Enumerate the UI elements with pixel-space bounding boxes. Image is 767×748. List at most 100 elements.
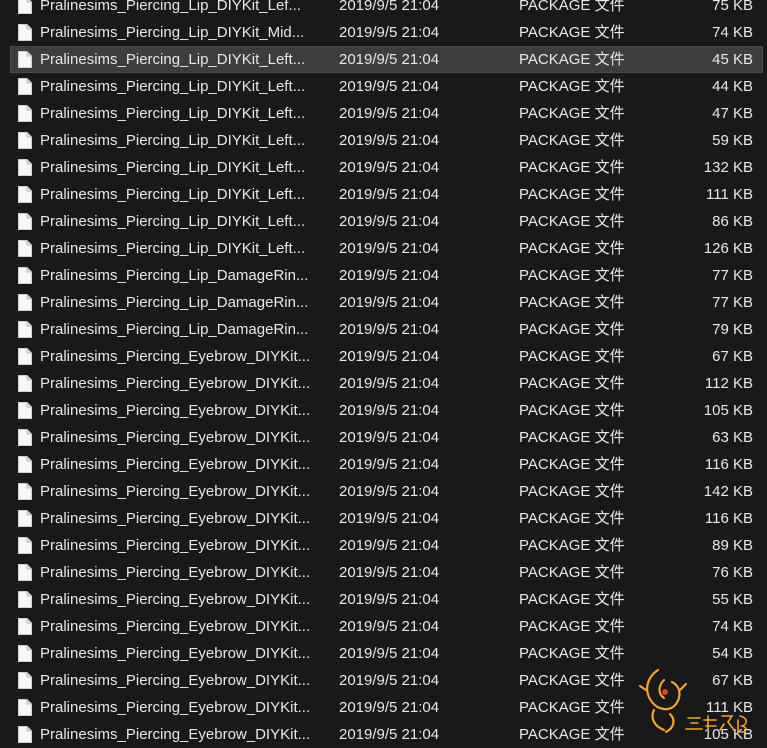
file-icon xyxy=(18,267,32,284)
file-type: PACKAGE 文件 xyxy=(519,537,625,554)
file-name: Pralinesims_Piercing_Lip_DIYKit_Left... xyxy=(40,186,306,203)
file-row[interactable]: Pralinesims_Piercing_Lip_DIYKit_Left... … xyxy=(0,127,767,154)
file-row[interactable]: Pralinesims_Piercing_Eyebrow_DIYKit... 2… xyxy=(0,721,767,748)
file-date-modified: 2019/9/5 21:04 xyxy=(339,267,440,284)
file-row[interactable]: Pralinesims_Piercing_Lip_DIYKit_Left... … xyxy=(0,100,767,127)
file-icon xyxy=(18,645,32,662)
file-row[interactable]: Pralinesims_Piercing_Lip_DIYKit_Left... … xyxy=(0,181,767,208)
file-row[interactable]: Pralinesims_Piercing_Eyebrow_DIYKit... 2… xyxy=(0,586,767,613)
file-size: 75 KB xyxy=(712,0,753,14)
file-row[interactable]: Pralinesims_Piercing_Eyebrow_DIYKit... 2… xyxy=(0,478,767,505)
file-row[interactable]: Pralinesims_Piercing_Lip_DIYKit_Lef... 2… xyxy=(0,0,767,19)
file-date-modified: 2019/9/5 21:04 xyxy=(339,537,440,554)
file-size: 44 KB xyxy=(712,78,753,95)
file-size: 142 KB xyxy=(703,483,753,500)
file-row[interactable]: Pralinesims_Piercing_Eyebrow_DIYKit... 2… xyxy=(0,694,767,721)
file-size: 112 KB xyxy=(704,375,753,392)
file-name: Pralinesims_Piercing_Lip_DamageRin... xyxy=(40,321,309,338)
file-date-modified: 2019/9/5 21:04 xyxy=(339,24,440,41)
file-name: Pralinesims_Piercing_Eyebrow_DIYKit... xyxy=(40,564,311,581)
file-name: Pralinesims_Piercing_Eyebrow_DIYKit... xyxy=(40,537,311,554)
file-size: 77 KB xyxy=(712,294,753,311)
file-row[interactable]: Pralinesims_Piercing_Eyebrow_DIYKit... 2… xyxy=(0,397,767,424)
file-size: 74 KB xyxy=(712,24,753,41)
file-size: 67 KB xyxy=(712,348,753,365)
file-size: 89 KB xyxy=(712,537,753,554)
file-icon xyxy=(18,132,32,149)
file-type: PACKAGE 文件 xyxy=(519,0,625,14)
file-name: Pralinesims_Piercing_Lip_DIYKit_Left... xyxy=(40,132,306,149)
file-icon xyxy=(18,375,32,392)
file-size: 77 KB xyxy=(712,267,753,284)
file-date-modified: 2019/9/5 21:04 xyxy=(339,132,440,149)
file-type: PACKAGE 文件 xyxy=(519,672,625,689)
file-row[interactable]: Pralinesims_Piercing_Lip_DIYKit_Left... … xyxy=(0,73,767,100)
file-type: PACKAGE 文件 xyxy=(519,564,625,581)
file-icon xyxy=(18,591,32,608)
file-type: PACKAGE 文件 xyxy=(519,699,625,716)
file-name: Pralinesims_Piercing_Lip_DIYKit_Left... xyxy=(40,159,306,176)
file-row[interactable]: Pralinesims_Piercing_Eyebrow_DIYKit... 2… xyxy=(0,559,767,586)
file-date-modified: 2019/9/5 21:04 xyxy=(339,294,440,311)
file-row[interactable]: Pralinesims_Piercing_Eyebrow_DIYKit... 2… xyxy=(0,505,767,532)
file-type: PACKAGE 文件 xyxy=(519,294,625,311)
file-size: 79 KB xyxy=(712,321,753,338)
file-icon xyxy=(18,402,32,419)
file-row[interactable]: Pralinesims_Piercing_Eyebrow_DIYKit... 2… xyxy=(0,343,767,370)
file-date-modified: 2019/9/5 21:04 xyxy=(339,618,440,635)
file-name: Pralinesims_Piercing_Lip_DIYKit_Lef... xyxy=(40,0,301,14)
file-icon xyxy=(18,186,32,203)
file-name: Pralinesims_Piercing_Eyebrow_DIYKit... xyxy=(40,726,311,743)
file-name: Pralinesims_Piercing_Eyebrow_DIYKit... xyxy=(40,456,311,473)
file-icon xyxy=(18,510,32,527)
file-date-modified: 2019/9/5 21:04 xyxy=(339,483,440,500)
file-row[interactable]: Pralinesims_Piercing_Eyebrow_DIYKit... 2… xyxy=(0,451,767,478)
file-size: 76 KB xyxy=(712,564,753,581)
file-row[interactable]: Pralinesims_Piercing_Lip_DIYKit_Left... … xyxy=(0,46,767,73)
file-icon xyxy=(18,456,32,473)
file-row[interactable]: Pralinesims_Piercing_Lip_DamageRin... 20… xyxy=(0,262,767,289)
file-name: Pralinesims_Piercing_Eyebrow_DIYKit... xyxy=(40,672,311,689)
file-date-modified: 2019/9/5 21:04 xyxy=(339,564,440,581)
file-name: Pralinesims_Piercing_Eyebrow_DIYKit... xyxy=(40,591,311,608)
file-row[interactable]: Pralinesims_Piercing_Lip_DIYKit_Left... … xyxy=(0,154,767,181)
file-row[interactable]: Pralinesims_Piercing_Lip_DamageRin... 20… xyxy=(0,316,767,343)
file-date-modified: 2019/9/5 21:04 xyxy=(339,429,440,446)
file-icon xyxy=(18,348,32,365)
file-size: 74 KB xyxy=(712,618,753,635)
file-name: Pralinesims_Piercing_Eyebrow_DIYKit... xyxy=(40,510,311,527)
file-type: PACKAGE 文件 xyxy=(519,348,625,365)
file-row[interactable]: Pralinesims_Piercing_Eyebrow_DIYKit... 2… xyxy=(0,667,767,694)
file-type: PACKAGE 文件 xyxy=(519,213,625,230)
file-type: PACKAGE 文件 xyxy=(519,375,625,392)
file-row[interactable]: Pralinesims_Piercing_Lip_DIYKit_Left... … xyxy=(0,208,767,235)
file-name: Pralinesims_Piercing_Eyebrow_DIYKit... xyxy=(40,429,311,446)
file-name: Pralinesims_Piercing_Lip_DamageRin... xyxy=(40,267,309,284)
file-date-modified: 2019/9/5 21:04 xyxy=(339,591,440,608)
file-size: 132 KB xyxy=(703,159,753,176)
file-type: PACKAGE 文件 xyxy=(519,78,625,95)
file-date-modified: 2019/9/5 21:04 xyxy=(339,510,440,527)
file-row[interactable]: Pralinesims_Piercing_Eyebrow_DIYKit... 2… xyxy=(0,424,767,451)
file-name: Pralinesims_Piercing_Eyebrow_DIYKit... xyxy=(40,645,311,662)
file-name: Pralinesims_Piercing_Eyebrow_DIYKit... xyxy=(40,483,311,500)
file-date-modified: 2019/9/5 21:04 xyxy=(339,240,440,257)
file-row[interactable]: Pralinesims_Piercing_Eyebrow_DIYKit... 2… xyxy=(0,613,767,640)
file-type: PACKAGE 文件 xyxy=(519,456,625,473)
file-type: PACKAGE 文件 xyxy=(519,645,625,662)
file-row[interactable]: Pralinesims_Piercing_Eyebrow_DIYKit... 2… xyxy=(0,532,767,559)
file-size: 45 KB xyxy=(712,51,753,68)
file-row[interactable]: Pralinesims_Piercing_Lip_DamageRin... 20… xyxy=(0,289,767,316)
file-type: PACKAGE 文件 xyxy=(519,591,625,608)
file-list: Pralinesims_Piercing_Lip_DIYKit_Lef... 2… xyxy=(0,0,767,748)
file-row[interactable]: Pralinesims_Piercing_Eyebrow_DIYKit... 2… xyxy=(0,370,767,397)
file-type: PACKAGE 文件 xyxy=(519,24,625,41)
file-type: PACKAGE 文件 xyxy=(519,267,625,284)
file-row[interactable]: Pralinesims_Piercing_Lip_DIYKit_Mid... 2… xyxy=(0,19,767,46)
file-icon xyxy=(18,618,32,635)
file-name: Pralinesims_Piercing_Eyebrow_DIYKit... xyxy=(40,699,311,716)
file-row[interactable]: Pralinesims_Piercing_Lip_DIYKit_Left... … xyxy=(0,235,767,262)
file-row[interactable]: Pralinesims_Piercing_Eyebrow_DIYKit... 2… xyxy=(0,640,767,667)
file-type: PACKAGE 文件 xyxy=(519,510,625,527)
file-size: 105 KB xyxy=(703,726,753,743)
